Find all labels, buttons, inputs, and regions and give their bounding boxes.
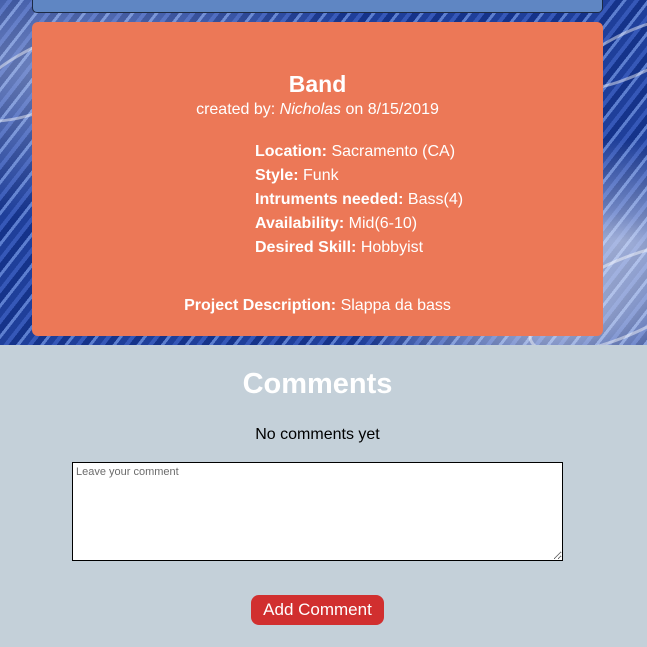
detail-value: Sacramento (CA) [331, 143, 456, 160]
detail-value: Bass(4) [407, 191, 464, 208]
detail-instruments: Intruments needed: Bass(4) [255, 188, 463, 212]
previous-card-edge [32, 0, 603, 13]
project-title: Band [288, 71, 347, 97]
detail-value: Hobbyist [360, 239, 424, 256]
project-byline: created by: Nicholas on 8/15/2019 [32, 100, 603, 120]
empty-comments-message: No comments yet [255, 426, 380, 443]
creator-name: Nicholas [279, 101, 342, 118]
detail-skill: Desired Skill: Hobbyist [255, 236, 463, 260]
comments-heading: Comments [242, 368, 393, 400]
created-date: 8/15/2019 [367, 101, 439, 118]
detail-label: Desired Skill: [255, 239, 357, 256]
comment-input[interactable] [72, 462, 563, 561]
detail-location: Location: Sacramento (CA) [255, 140, 463, 164]
detail-label: Location: [255, 143, 327, 160]
detail-style: Style: Funk [255, 164, 463, 188]
detail-value: Mid(6-10) [348, 215, 418, 232]
add-comment-button[interactable]: Add Comment [251, 595, 384, 625]
detail-availability: Availability: Mid(6-10) [255, 212, 463, 236]
detail-label: Availability: [255, 215, 345, 232]
on-label: on [345, 101, 364, 118]
detail-value: Funk [303, 167, 339, 184]
description-label: Project Description: [184, 297, 337, 314]
detail-label: Intruments needed: [255, 191, 404, 208]
description-text: Slappa da bass [340, 297, 451, 314]
project-description: Project Description: Slappa da bass [32, 296, 603, 316]
detail-label: Style: [255, 167, 299, 184]
project-details: Location: Sacramento (CA) Style: Funk In… [255, 140, 463, 260]
project-card: Band created by: Nicholas on 8/15/2019 L… [32, 22, 603, 336]
created-by-label: created by: [196, 101, 276, 118]
